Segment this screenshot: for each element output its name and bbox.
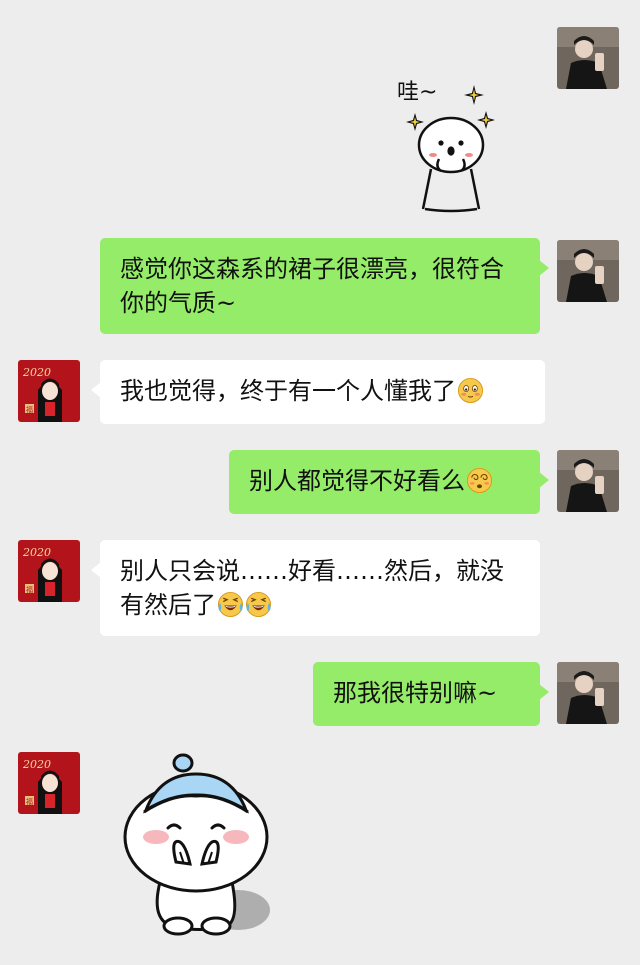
svg-text:福: 福	[26, 585, 33, 594]
contact-avatar[interactable]: 2020 福	[18, 752, 80, 814]
message-bubble[interactable]: 感觉你这森系的裙子很漂亮，很符合你的气质~	[100, 238, 549, 334]
shy-blob-sticker[interactable]	[120, 752, 280, 937]
wow-sticker[interactable]: 哇~	[385, 75, 515, 215]
message-text: 感觉你这森系的裙子很漂亮，很符合你的气质~	[120, 255, 504, 317]
contact-avatar[interactable]: 2020 福	[18, 540, 80, 602]
my-avatar[interactable]	[557, 662, 619, 724]
message-text: 别人都觉得不好看么	[249, 467, 465, 495]
message-bubble[interactable]: 别人只会说……好看……然后，就没有然后了	[91, 540, 540, 636]
my-avatar[interactable]	[557, 27, 619, 89]
laugh-cry-emoji	[217, 591, 244, 618]
sticker-caption: 哇~	[397, 80, 437, 105]
message-bubble[interactable]: 我也觉得，终于有一个人懂我了	[91, 360, 545, 424]
message-text: 那我很特别嘛~	[333, 679, 498, 707]
message-bubble[interactable]: 别人都觉得不好看么	[229, 450, 549, 514]
my-avatar[interactable]	[557, 450, 619, 512]
svg-text:2020: 2020	[22, 758, 51, 771]
blush-emoji	[457, 377, 484, 404]
message-bubble[interactable]: 那我很特别嘛~	[313, 662, 549, 726]
avatar-badge: 福	[26, 405, 33, 414]
svg-text:2020: 2020	[22, 546, 51, 559]
svg-text:福: 福	[26, 797, 33, 806]
message-text: 我也觉得，终于有一个人懂我了	[120, 377, 456, 405]
contact-avatar[interactable]: 2020 福	[18, 360, 80, 422]
svg-text:2020: 2020	[22, 366, 51, 379]
dizzy-emoji	[466, 467, 493, 494]
my-avatar[interactable]	[557, 240, 619, 302]
message-text: 别人只会说……好看……然后，就没有然后了	[120, 557, 504, 619]
laugh-cry-emoji	[245, 591, 272, 618]
